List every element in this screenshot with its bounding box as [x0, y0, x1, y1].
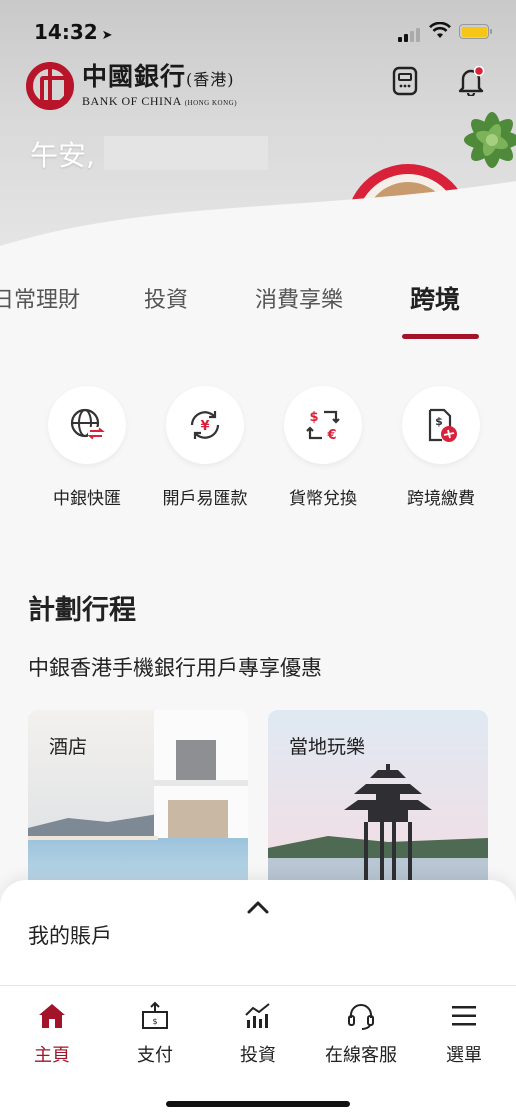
tab-daily-banking[interactable]: 日常理財 [0, 282, 80, 314]
payment-icon: $ [142, 1001, 168, 1029]
yen-exchange-icon: ¥ [190, 411, 220, 439]
home-indicator [166, 1101, 350, 1107]
succulent-plant-image [464, 112, 516, 168]
my-account-title: 我的賬戶 [28, 924, 112, 948]
quick-action-label: 貨幣兌換 [289, 489, 357, 509]
bottom-navigation: 主頁 $ 支付 投資 在線客服 選單 [0, 985, 516, 1117]
quick-action-boc-express[interactable]: 中銀快匯 [32, 386, 142, 509]
section-subtitle: 中銀香港手機銀行用戶專享優惠 [28, 656, 322, 680]
bill-plane-icon: $ [428, 408, 457, 442]
security-token-button[interactable] [388, 64, 422, 98]
quick-action-cross-border-bill[interactable]: $ 跨境繳費 [386, 386, 496, 509]
nav-label: 選單 [446, 1045, 482, 1066]
nav-label: 在線客服 [325, 1045, 397, 1066]
security-token-icon [392, 66, 418, 96]
invest-chart-icon [245, 1003, 270, 1028]
svg-text:¥: ¥ [200, 419, 209, 434]
svg-text:$: $ [435, 415, 443, 428]
nav-online-service[interactable]: 在線客服 [311, 1000, 411, 1067]
bell-icon [458, 66, 485, 96]
nav-label: 支付 [137, 1045, 173, 1066]
globe-transfer-icon [70, 408, 105, 440]
nav-label: 主頁 [34, 1045, 70, 1066]
quick-action-label: 中銀快匯 [53, 489, 121, 509]
status-bar: 14:32 ➤ [0, 0, 516, 62]
boc-logo: 中國銀行(香港) BANK OF CHINA (HONG KONG) [26, 62, 237, 110]
location-arrow-icon: ➤ [101, 28, 113, 43]
headset-icon [348, 1004, 374, 1031]
cellular-signal-icon [398, 28, 420, 42]
boc-emblem-icon [26, 62, 74, 110]
nav-home[interactable]: 主頁 [2, 1000, 102, 1067]
notification-button[interactable] [454, 64, 488, 98]
nav-menu[interactable]: 選單 [414, 1000, 514, 1067]
brand-name-cn-suffix: (香港) [186, 70, 235, 89]
quick-action-easy-remittance[interactable]: ¥ 開戶易匯款 [150, 386, 260, 509]
home-icon [39, 1004, 65, 1028]
tab-cross-border[interactable]: 跨境 [410, 280, 460, 316]
quick-action-currency-exchange[interactable]: $ € 貨幣兌換 [268, 386, 378, 509]
status-time: 14:32 ➤ [34, 20, 113, 44]
active-tab-indicator [402, 334, 479, 339]
tab-lifestyle[interactable]: 消費享樂 [255, 282, 343, 314]
tab-investment[interactable]: 投資 [144, 282, 188, 314]
nav-label: 投資 [240, 1045, 276, 1066]
category-tabs: 日常理財 投資 消費享樂 跨境 [0, 276, 516, 340]
my-account-sheet[interactable]: 我的賬戶 [0, 880, 516, 990]
nav-investment[interactable]: 投資 [208, 1000, 308, 1067]
currency-exchange-icon: $ € [306, 410, 340, 443]
battery-icon [459, 24, 492, 39]
svg-text:$: $ [152, 1017, 157, 1026]
brand-name-en: BANK OF CHINA [82, 94, 182, 108]
section-title: 計劃行程 [28, 595, 136, 626]
card-label: 酒店 [49, 736, 88, 758]
brand-name-cn: 中國銀行 [82, 62, 187, 91]
brand-name-en-suffix: (HONG KONG) [184, 99, 238, 107]
quick-action-label: 開戶易匯款 [162, 489, 248, 509]
svg-text:€: € [326, 428, 336, 443]
svg-text:$: $ [309, 410, 318, 425]
card-label: 當地玩樂 [289, 736, 366, 758]
chevron-up-icon[interactable] [246, 898, 270, 916]
redacted-username [104, 136, 268, 170]
nav-payment[interactable]: $ 支付 [105, 1000, 205, 1067]
menu-icon [452, 1006, 476, 1026]
greeting-text: 午安, [30, 139, 95, 172]
wifi-icon [429, 22, 451, 38]
quick-action-label: 跨境繳費 [407, 489, 475, 509]
